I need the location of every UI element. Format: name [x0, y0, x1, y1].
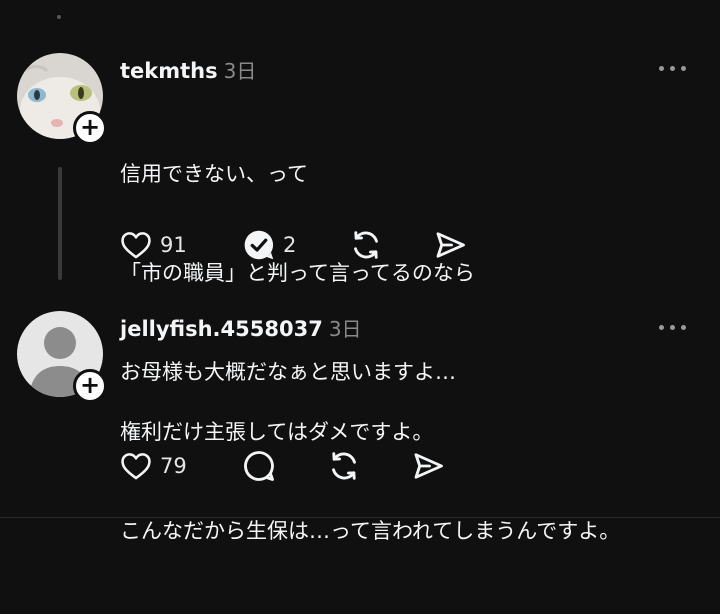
- repost-button[interactable]: [348, 225, 384, 265]
- reply-button[interactable]: [241, 446, 277, 486]
- more-icon: [659, 325, 664, 330]
- share-icon: [414, 453, 443, 479]
- username[interactable]: jellyfish.4558037: [120, 317, 323, 341]
- like-count: 79: [160, 454, 187, 478]
- follow-button[interactable]: +: [73, 369, 107, 403]
- reply-count: 2: [283, 233, 297, 257]
- reply-button[interactable]: 2: [241, 225, 296, 265]
- share-button[interactable]: [432, 225, 468, 265]
- post-text: 権利だけ主張してはダメですよ。 こんなだから生保は…って言われてしまうんですよ。: [120, 350, 620, 614]
- post-header: jellyfish.4558037 3日: [120, 313, 362, 342]
- like-button[interactable]: 79: [118, 446, 187, 486]
- share-button[interactable]: [410, 446, 446, 486]
- like-count: 91: [160, 233, 187, 257]
- username[interactable]: tekmths: [120, 59, 218, 83]
- post-text-line: 信用できない、って: [120, 162, 308, 186]
- repost-icon: [332, 452, 356, 480]
- reply-icon: [244, 451, 274, 481]
- thread-line: [58, 167, 62, 280]
- repost-icon: [354, 231, 378, 259]
- repost-button[interactable]: [326, 446, 362, 486]
- reply-check-icon: [244, 230, 274, 260]
- more-button[interactable]: [659, 325, 686, 330]
- share-icon: [436, 232, 465, 258]
- follow-button[interactable]: +: [73, 111, 107, 145]
- post-header: tekmths 3日: [120, 55, 256, 84]
- heart-icon: [121, 453, 151, 480]
- post-text-line: こんなだから生保は…って言われてしまうんですよ。: [120, 519, 621, 543]
- plus-icon: +: [79, 113, 101, 141]
- timestamp[interactable]: 3日: [329, 313, 362, 342]
- post-text-line: 権利だけ主張してはダメですよ。: [120, 420, 434, 444]
- more-button[interactable]: [659, 66, 686, 71]
- post-2: + jellyfish.4558037 3日 権利だけ主張してはダメですよ。 こ…: [0, 300, 720, 543]
- like-button[interactable]: 91: [118, 225, 187, 265]
- timestamp[interactable]: 3日: [224, 55, 257, 84]
- heart-icon: [121, 232, 151, 259]
- post-1: + tekmths 3日 信用できない、って 「市の職員」と判って言ってるのなら…: [0, 0, 720, 384]
- plus-icon: +: [79, 371, 101, 399]
- more-icon: [659, 66, 664, 71]
